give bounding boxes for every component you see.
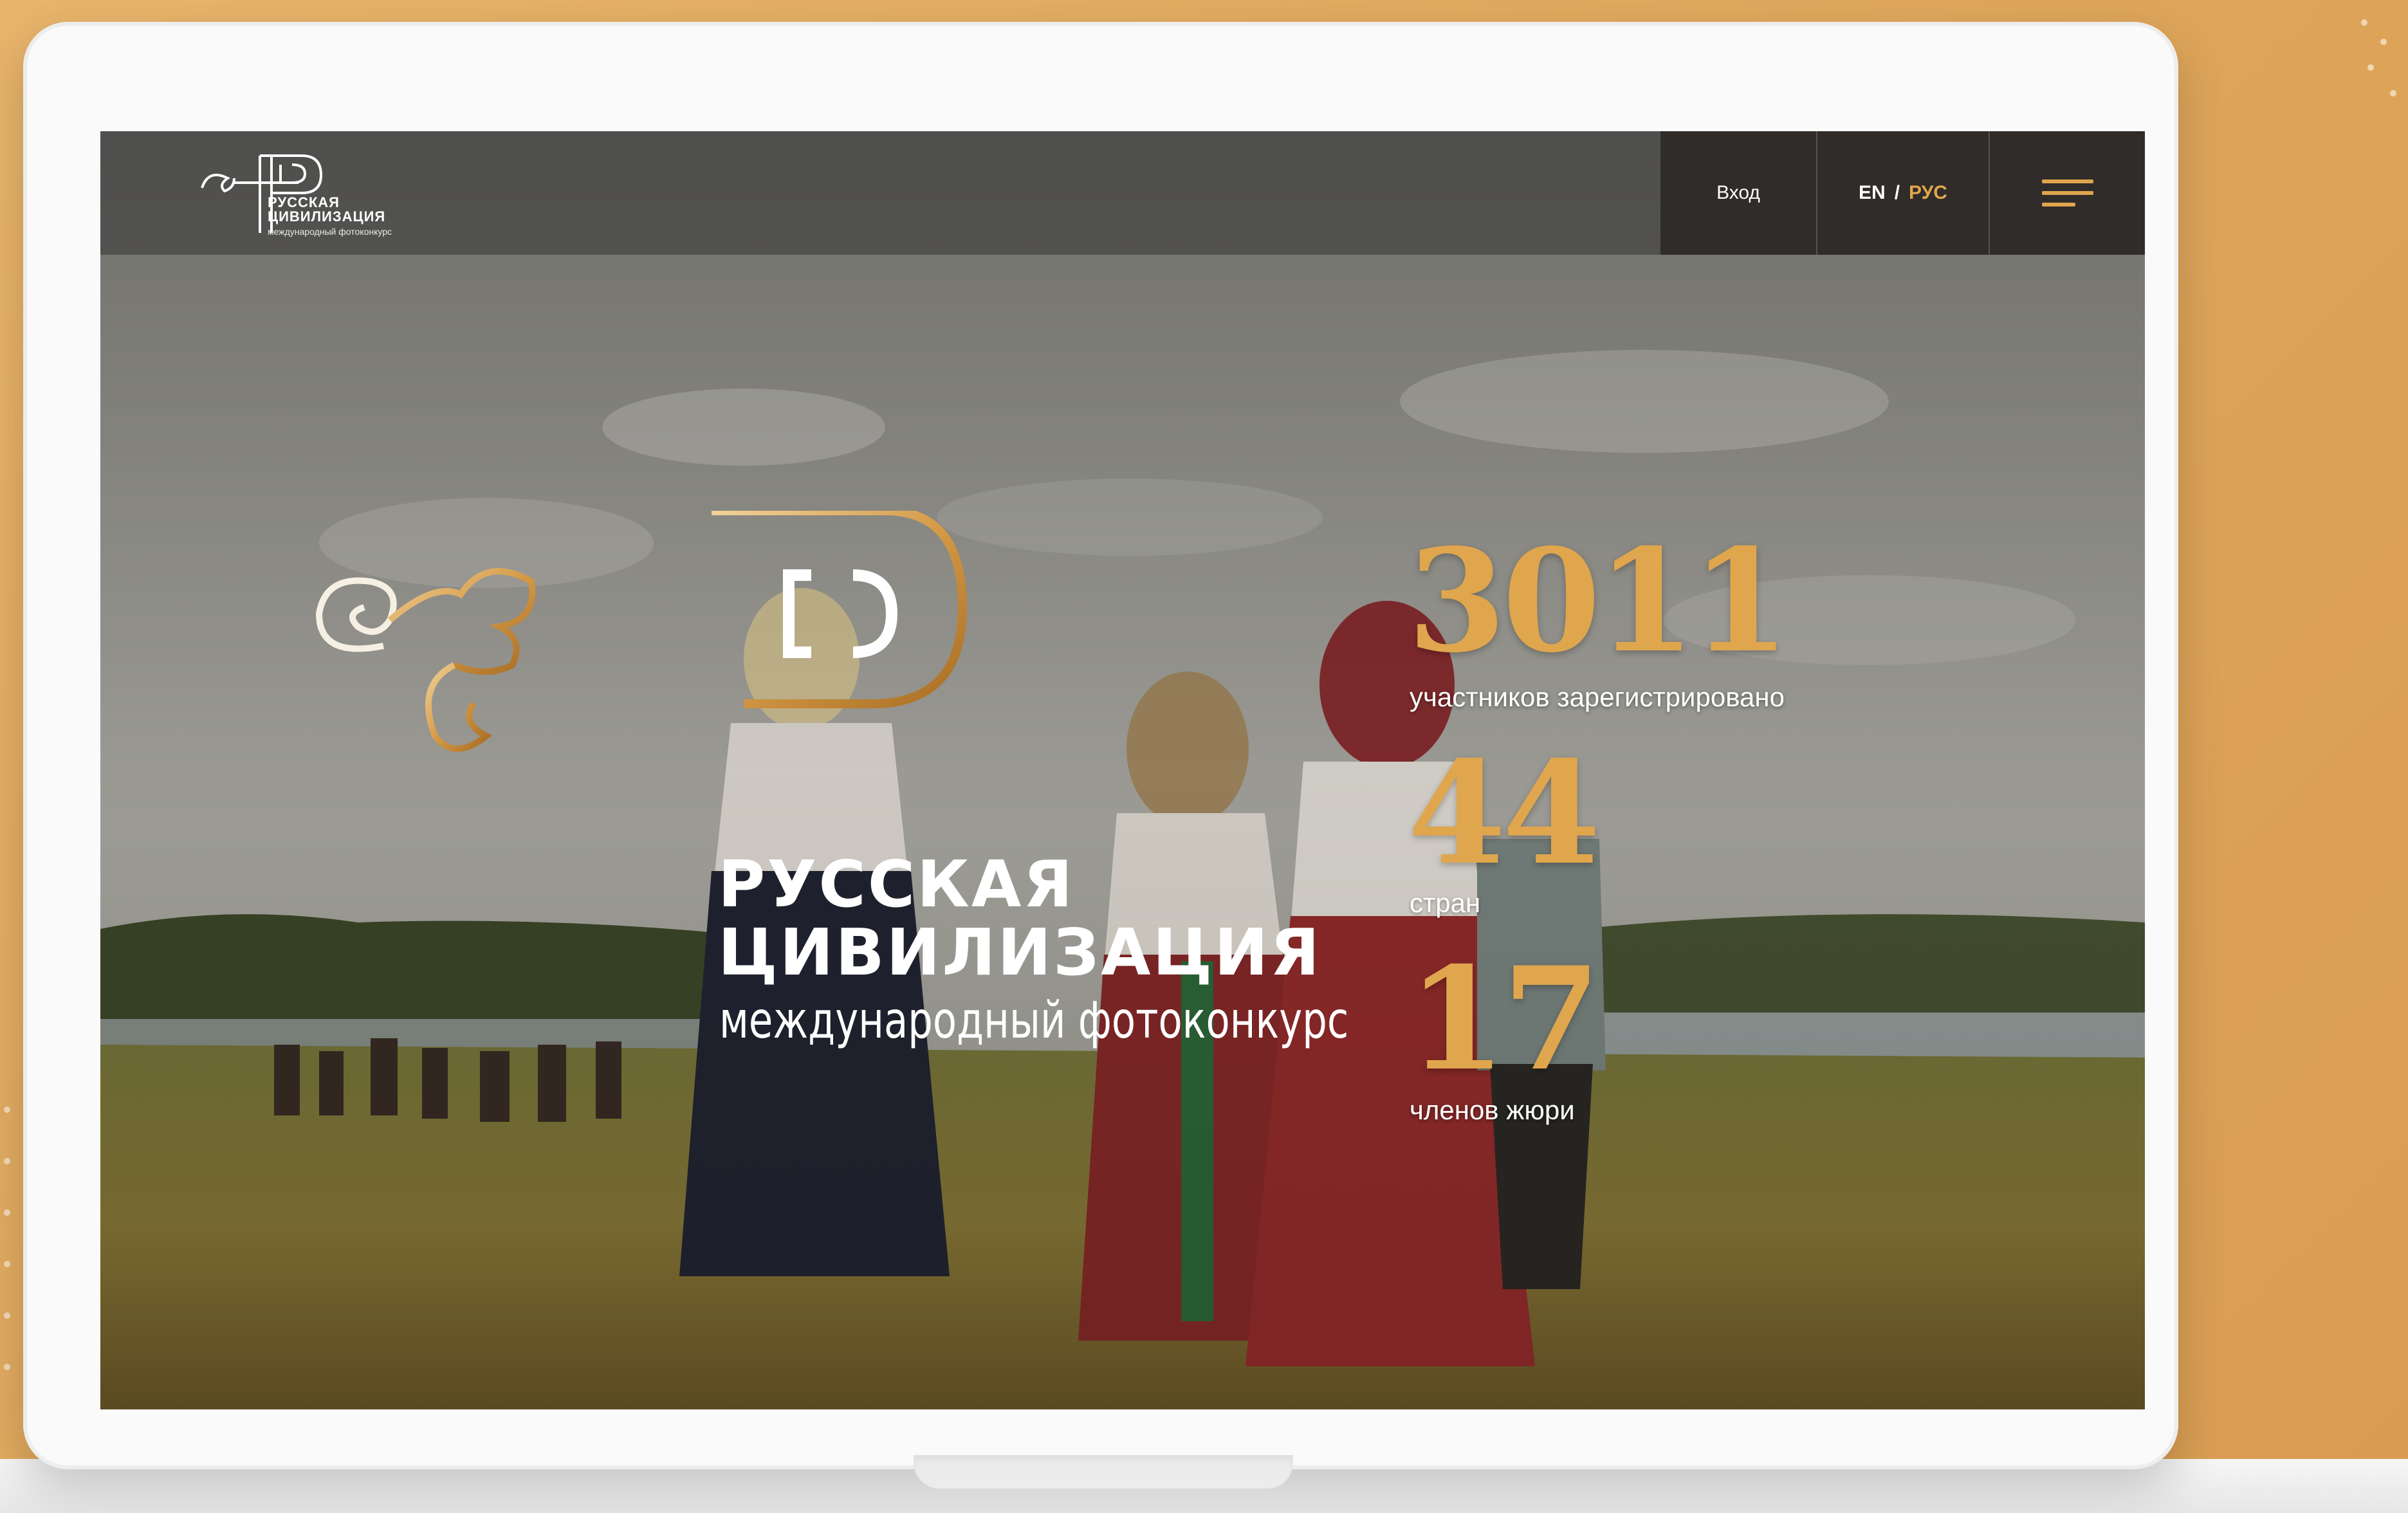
lang-separator: /	[1894, 182, 1900, 203]
stat-jury-value: 17	[1408, 935, 1601, 1102]
stat-jury-label: членов жюри	[1410, 1095, 1575, 1125]
stat-countries-label: стран	[1410, 888, 1481, 918]
hamburger-menu-icon	[2041, 172, 2093, 214]
login-label: Вход	[1716, 182, 1760, 203]
hero-subtitle: международный фотоконкурс	[719, 992, 1349, 1050]
site-logo-tagline: международный фотоконкурс	[268, 226, 392, 237]
menu-button[interactable]	[1990, 131, 2145, 255]
site-logo-wordmark: РУССКАЯ ЦИВИЛИЗАЦИЯ	[268, 194, 386, 225]
stat-countries-value: 44	[1408, 729, 1601, 896]
website-screen: РУССКАЯ ЦИВИЛИЗАЦИЯ международный фотоко…	[100, 131, 2145, 1409]
lang-en-link[interactable]: EN	[1859, 182, 1886, 204]
decorative-dots-right	[2355, 13, 2406, 116]
stat-participants-label: участников зарегистрировано	[1410, 682, 1785, 712]
site-header: РУССКАЯ ЦИВИЛИЗАЦИЯ международный фотоко…	[100, 131, 2145, 255]
laptop-notch	[914, 1455, 1293, 1489]
laptop-frame: РУССКАЯ ЦИВИЛИЗАЦИЯ международный фотоко…	[23, 22, 2178, 1469]
stat-participants-value: 3011	[1408, 517, 1790, 684]
hero-title: РУССКАЯ ЦИВИЛИЗАЦИЯ	[718, 847, 1322, 990]
decorative-dots-left	[0, 1094, 26, 1415]
login-button[interactable]: Вход	[1660, 131, 1817, 255]
lang-ru-link[interactable]: РУС	[1909, 182, 1947, 204]
language-switcher: EN / РУС	[1817, 131, 1990, 255]
